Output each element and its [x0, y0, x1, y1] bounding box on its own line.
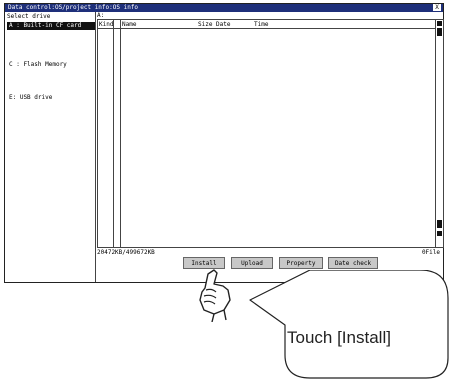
scroll-up-icon[interactable] [437, 28, 442, 36]
scroll-down-icon[interactable] [437, 220, 442, 228]
column-header-kind: Kind [99, 21, 114, 28]
drive-panel: Select drive A : Built-in CF card C : Fl… [5, 12, 96, 282]
column-header-date: Date [216, 21, 231, 28]
current-path: A: [97, 12, 105, 19]
column-header-name: Name [122, 21, 137, 28]
property-button[interactable]: Property [279, 257, 323, 269]
column-header-time: Time [254, 21, 269, 28]
window-title: Data control:OS/project info:OS info [8, 4, 139, 11]
file-panel: A: Kind Name Size Date Time 20472KB/4996… [96, 12, 444, 282]
column-divider [113, 20, 114, 247]
os-info-screen: Data control:OS/project info:OS info X S… [4, 3, 444, 283]
date-check-button[interactable]: Date check [328, 257, 378, 269]
capacity-readout: 20472KB/499672KB [97, 249, 155, 256]
drive-a-built-in-cf-card[interactable]: A : Built-in CF card [7, 22, 95, 30]
select-drive-label: Select drive [7, 13, 51, 20]
scroll-top-icon[interactable] [437, 21, 442, 26]
column-header-size: Size [198, 21, 213, 28]
callout-text: Touch [Install] [287, 328, 391, 347]
instruction-callout [249, 270, 449, 379]
vertical-scrollbar[interactable] [435, 20, 443, 247]
drive-c-flash-memory[interactable]: C : Flash Memory [7, 61, 95, 69]
title-bar: Data control:OS/project info:OS info X [5, 4, 443, 12]
column-divider [120, 20, 121, 247]
close-button[interactable]: X [433, 4, 441, 11]
header-separator [98, 28, 436, 29]
file-list[interactable]: Kind Name Size Date Time [97, 19, 444, 248]
file-count: 0File [421, 249, 440, 256]
scroll-bottom-icon[interactable] [437, 231, 442, 236]
drive-e-usb-drive[interactable]: E: USB drive [7, 94, 95, 102]
